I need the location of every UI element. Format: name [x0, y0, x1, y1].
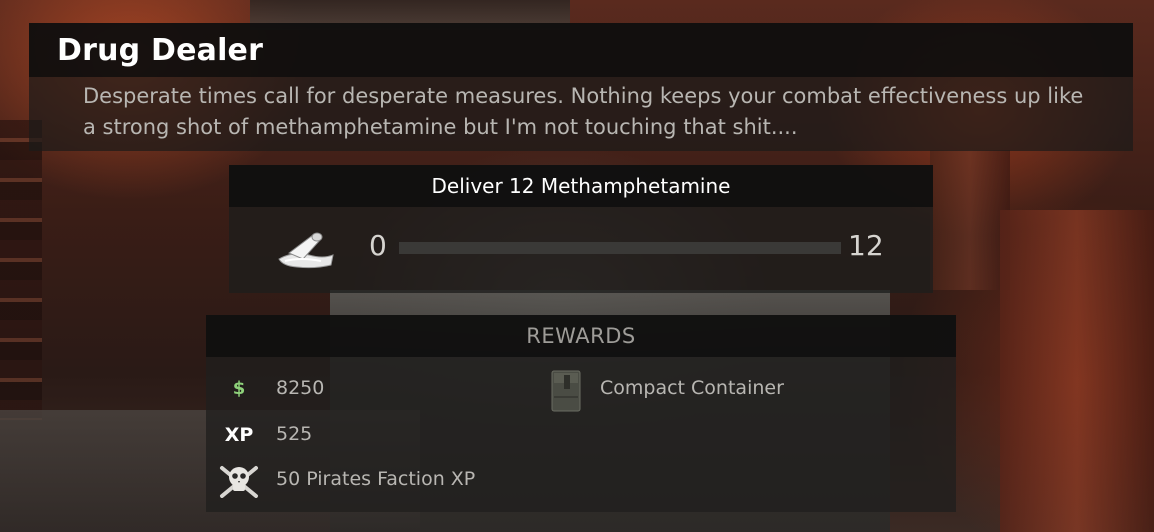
dollar-icon: $	[232, 378, 246, 399]
container-icon	[546, 367, 586, 413]
reward-faction-value: 50 Pirates Faction XP	[276, 468, 476, 490]
rewards-panel: REWARDS $ 8250 XP 525 50 Pirates Faction…	[206, 315, 956, 512]
progress-current: 0	[369, 229, 387, 262]
reward-item-name: Compact Container	[600, 377, 784, 399]
progress-bar	[399, 242, 841, 254]
objective-title: Deliver 12 Methamphetamine	[431, 174, 731, 198]
progress-total: 12	[848, 229, 884, 262]
mission-description: Desperate times call for desperate measu…	[83, 84, 1084, 139]
objective-header: Deliver 12 Methamphetamine	[229, 165, 933, 207]
reward-money-value: 8250	[276, 377, 325, 399]
background-canister	[930, 150, 1010, 290]
mission-panel: Drug Dealer Desperate times call for des…	[29, 23, 1133, 151]
methamphetamine-bag-icon	[275, 229, 337, 269]
mission-title-bar: Drug Dealer	[29, 23, 1133, 77]
reward-xp-value: 525	[276, 423, 313, 445]
background-barrel	[1000, 210, 1154, 532]
rewards-header: REWARDS	[206, 315, 956, 357]
game-scene: Drug Dealer Desperate times call for des…	[0, 0, 1154, 532]
mission-title: Drug Dealer	[57, 33, 264, 68]
objective-panel: Deliver 12 Methamphetamine 0 12	[229, 165, 933, 293]
rewards-title: REWARDS	[526, 324, 636, 348]
background-chain	[0, 120, 42, 420]
xp-icon: XP	[224, 424, 254, 446]
pirate-skull-icon	[216, 462, 262, 498]
